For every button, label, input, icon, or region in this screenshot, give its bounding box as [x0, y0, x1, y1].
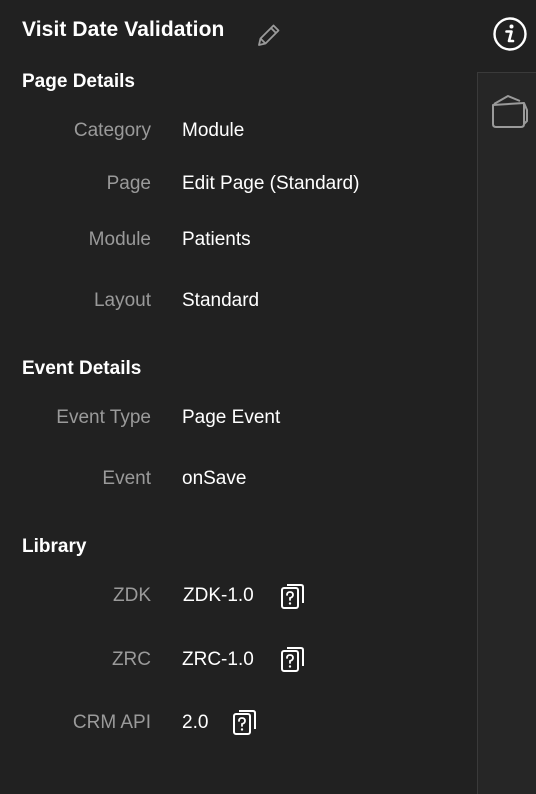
zdk-label: ZDK — [113, 585, 151, 606]
page-details-heading: Page Details — [22, 71, 135, 92]
event-type-label: Event Type — [56, 407, 151, 428]
category-label: Category — [73, 120, 151, 141]
layout-value: Standard — [182, 290, 260, 311]
library-heading: Library — [22, 536, 87, 557]
zrc-label: ZRC — [111, 649, 151, 670]
module-label: Module — [88, 229, 151, 250]
info-icon[interactable] — [492, 16, 528, 52]
page-value: Edit Page (Standard) — [182, 173, 360, 194]
event-details-heading: Event Details — [22, 358, 142, 379]
module-value: Patients — [182, 229, 251, 250]
event-type-value: Page Event — [182, 407, 281, 428]
page-label: Page — [106, 173, 151, 194]
script-details-window: Visit Date Validation Page Details Categ… — [0, 0, 536, 794]
zrc-value: ZRC-1.0 — [182, 649, 254, 670]
crm-api-help-doc-icon[interactable] — [232, 709, 258, 737]
crm-api-label: CRM API — [72, 712, 151, 733]
crm-api-value: 2.0 — [182, 712, 209, 733]
event-label: Event — [102, 468, 151, 489]
page-title: Visit Date Validation — [22, 18, 225, 41]
wallet-icon[interactable] — [490, 90, 530, 130]
zdk-help-doc-icon[interactable] — [280, 583, 306, 611]
category-value: Module — [182, 120, 245, 141]
pencil-icon[interactable] — [254, 20, 284, 50]
event-value: onSave — [182, 468, 247, 489]
right-rail-body — [477, 72, 536, 794]
layout-label: Layout — [93, 290, 151, 311]
zdk-value: ZDK-1.0 — [183, 585, 254, 606]
zrc-help-doc-icon[interactable] — [280, 646, 306, 674]
